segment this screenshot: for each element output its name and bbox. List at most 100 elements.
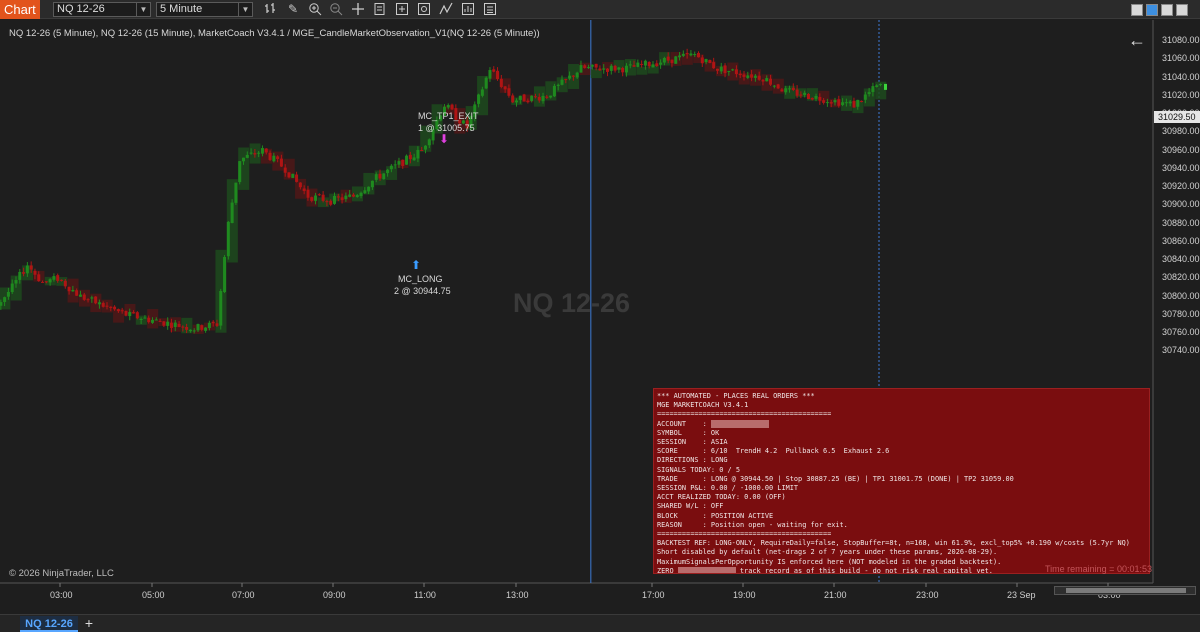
- candle-5min: [14, 280, 18, 284]
- data-box-icon[interactable]: [372, 2, 388, 17]
- indicators-icon[interactable]: [438, 2, 454, 17]
- price-axis-label: 30780.00: [1162, 308, 1200, 319]
- instrument-selector[interactable]: NQ 12-26 ▼: [53, 2, 151, 17]
- info-panel-text: ========================================…: [657, 530, 832, 539]
- price-axis-label: 30900.00: [1162, 199, 1200, 210]
- candle-5min: [871, 86, 875, 92]
- candle-5min: [204, 327, 208, 331]
- candle-5min: [276, 156, 280, 159]
- time-axis-label: 13:00: [506, 590, 529, 600]
- bar-type-icon[interactable]: [263, 2, 279, 17]
- candle-5min: [90, 297, 94, 299]
- candle-5min: [530, 95, 534, 101]
- current-price-marker: 31029.50: [1154, 111, 1200, 123]
- candle-5min: [344, 195, 348, 200]
- candle-5min: [44, 281, 48, 283]
- candle-5min: [215, 323, 219, 326]
- candle-5min: [750, 74, 754, 78]
- price-axis-label: 30880.00: [1162, 217, 1200, 228]
- candle-5min: [18, 271, 22, 280]
- minimize-button[interactable]: [1131, 4, 1143, 16]
- candle-5min: [393, 164, 397, 166]
- instrument-value: NQ 12-26: [57, 3, 105, 15]
- candle-5min: [803, 92, 807, 96]
- candle-5min: [651, 64, 655, 68]
- tab-nq-12-26[interactable]: NQ 12-26: [20, 616, 78, 632]
- candle-5min: [879, 84, 882, 86]
- templates-icon[interactable]: [416, 2, 432, 17]
- properties-icon[interactable]: [394, 2, 410, 17]
- candle-5min: [788, 88, 791, 90]
- candle-5min: [67, 286, 71, 292]
- chart-panel[interactable]: NQ 12-26 (5 Minute), NQ 12-26 (15 Minute…: [0, 20, 1200, 632]
- info-panel-text: track record as of this build - do not r…: [735, 566, 993, 574]
- candle-5min: [822, 100, 826, 103]
- current-candle: [884, 83, 887, 90]
- candle-5min: [427, 139, 431, 146]
- candle-5min: [378, 173, 382, 179]
- candle-5min: [295, 174, 299, 182]
- candle-5min: [655, 63, 659, 67]
- candle-5min: [158, 320, 162, 322]
- chevron-down-icon: ▼: [238, 3, 252, 16]
- link-button[interactable]: [1146, 4, 1158, 16]
- candle-5min: [192, 330, 196, 332]
- price-axis-label: 30800.00: [1162, 290, 1200, 301]
- candle-5min: [806, 93, 810, 99]
- candle-5min: [302, 188, 306, 192]
- candle-5min: [128, 312, 132, 317]
- info-panel-text: MaximumSignalsPerOpportunity IS enforced…: [657, 557, 1002, 566]
- list-icon[interactable]: [482, 2, 498, 17]
- candle-5min: [496, 70, 500, 79]
- back-arrow-icon[interactable]: ←: [1128, 30, 1146, 51]
- candle-5min: [860, 100, 864, 102]
- close-button[interactable]: [1176, 4, 1188, 16]
- candle-5min: [340, 197, 344, 201]
- candle-5min: [120, 310, 124, 312]
- candle-5min: [700, 57, 704, 64]
- info-panel-text: *** AUTOMATED - PLACES REAL ORDERS ***: [657, 392, 815, 400]
- candle-5min: [329, 200, 333, 205]
- candle-5min: [670, 59, 674, 64]
- candle-5min: [60, 279, 63, 281]
- chart-menu-button[interactable]: Chart: [0, 0, 40, 19]
- time-axis-label: 19:00: [733, 590, 756, 600]
- candle-5min: [234, 182, 238, 203]
- draw-pencil-icon[interactable]: ✎: [285, 2, 301, 17]
- candle-5min: [522, 94, 526, 102]
- candle-5min: [560, 79, 564, 85]
- maximize-button[interactable]: [1161, 4, 1173, 16]
- long-arrow-icon: ⬆: [411, 258, 422, 272]
- candle-5min: [75, 290, 79, 296]
- bar-type-icon-svg: [265, 3, 275, 13]
- price-axis-label: 30940.00: [1162, 162, 1200, 173]
- candle-5min: [29, 265, 33, 270]
- info-panel-line: ACCT REALIZED TODAY: 0.00 (OFF): [657, 493, 1149, 502]
- interval-selector[interactable]: 5 Minute ▼: [156, 2, 253, 17]
- candle-5min: [492, 69, 496, 72]
- info-panel-line: ========================================…: [657, 410, 1149, 419]
- candle-5min: [348, 194, 352, 197]
- candle-5min: [636, 62, 640, 67]
- candle-5min: [78, 294, 82, 297]
- time-axis-label: 09:00: [323, 590, 346, 600]
- time-axis-label: 21:00: [824, 590, 847, 600]
- candle-5min: [480, 89, 484, 96]
- scrollbar-thumb[interactable]: [1066, 588, 1186, 593]
- list-icon-svg: [484, 3, 496, 15]
- strategies-icon[interactable]: [460, 2, 476, 17]
- zoom-out-icon[interactable]: [328, 2, 344, 17]
- zoom-in-icon[interactable]: [307, 2, 323, 17]
- candle-5min: [41, 281, 45, 283]
- candle-5min: [321, 194, 325, 201]
- candle-5min: [105, 305, 109, 307]
- crosshair-icon[interactable]: [350, 2, 366, 17]
- candle-5min: [223, 256, 227, 293]
- candle-5min: [753, 75, 757, 78]
- info-panel-text: ACCT REALIZED TODAY: 0.00 (OFF): [657, 493, 786, 502]
- add-tab-button[interactable]: +: [82, 615, 96, 632]
- marketcoach-info-panel: *** AUTOMATED - PLACES REAL ORDERS *** MG…: [653, 388, 1150, 574]
- info-panel-text: MGE MARKETCOACH V3.4.1: [657, 401, 749, 410]
- candle-5min: [719, 66, 723, 72]
- candle-5min: [71, 289, 75, 292]
